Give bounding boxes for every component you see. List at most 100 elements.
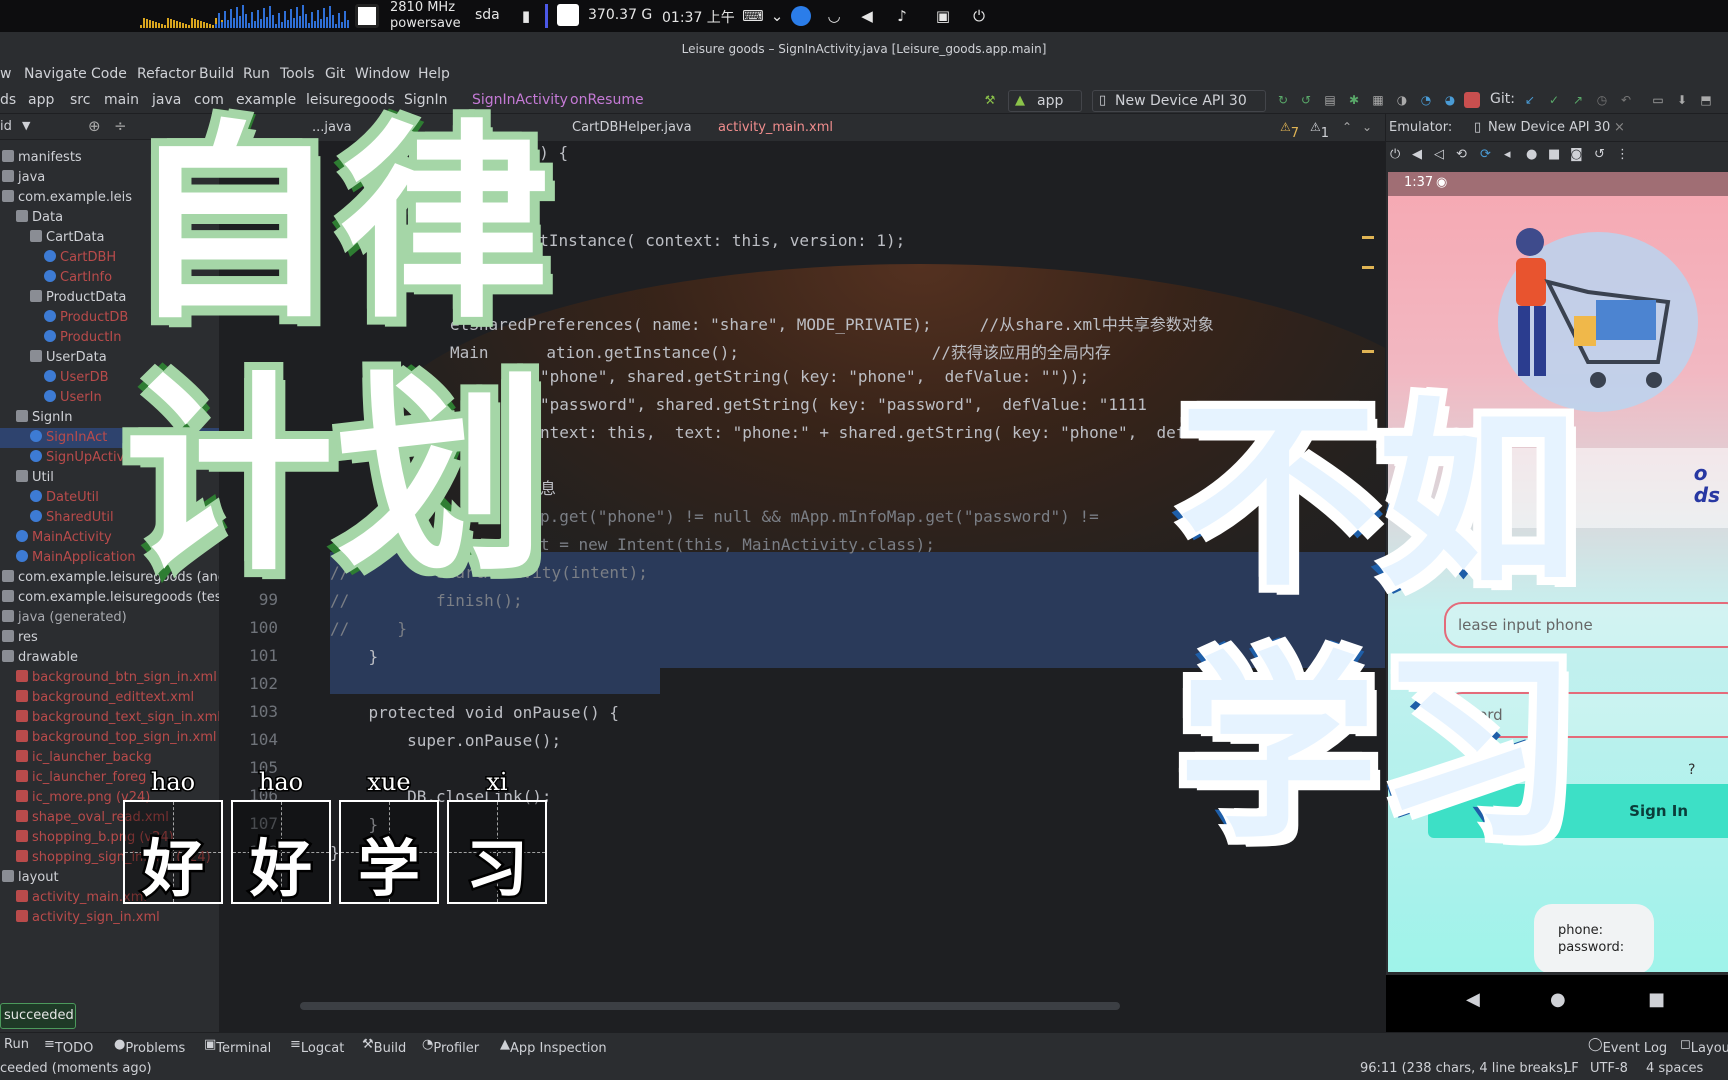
scroll-from-source-icon[interactable]: ⊕ [88, 117, 101, 135]
tree-item[interactable]: java (generated) [0, 608, 219, 628]
device-manager-icon[interactable]: ▭ [1650, 92, 1666, 108]
menu-help[interactable]: Help [418, 66, 450, 82]
menu-refactor[interactable]: Refactor [137, 66, 196, 82]
code-line[interactable]: } [330, 646, 379, 668]
app-indicator-icon[interactable] [355, 4, 379, 28]
tool-app-inspection[interactable]: ▲ App Inspection [500, 1037, 607, 1056]
collapse-all-icon[interactable]: ÷ [114, 117, 127, 135]
tab-cartdbhelper[interactable]: CartDBHelper.java [572, 120, 692, 135]
menu-run[interactable]: Run [243, 66, 270, 82]
file-encoding[interactable]: UTF-8 [1590, 1061, 1628, 1076]
tool-logcat[interactable]: ≡ Logcat [290, 1037, 344, 1056]
android-sdk-icon[interactable]: ⬒ [1698, 92, 1714, 108]
tree-item[interactable]: drawable [0, 648, 219, 668]
tree-item[interactable]: activity_sign_in.xml [0, 908, 219, 928]
tool-run[interactable]: Run [4, 1037, 29, 1052]
code-line[interactable]: etSharedPreferences( name: "share", MODE… [450, 314, 1214, 336]
camera-icon[interactable]: ◙ [1570, 147, 1583, 162]
menu-git[interactable]: Git [325, 66, 345, 82]
menu-code[interactable]: Code [91, 66, 127, 82]
menu-build[interactable]: Build [199, 66, 234, 82]
chevron-down-icon[interactable]: ⌄ [768, 7, 786, 25]
apply-code-icon[interactable]: ↺ [1298, 92, 1314, 108]
git-rollback-icon[interactable]: ↶ [1618, 92, 1634, 108]
tool-layout[interactable]: ◻ Layout [1680, 1037, 1728, 1056]
rotate-left-icon[interactable]: ⟲ [1456, 147, 1467, 162]
tree-item[interactable]: background_text_sign_in.xml [0, 708, 219, 728]
code-line[interactable]: getInstance( context: this, version: 1); [520, 230, 905, 252]
tool-build[interactable]: ⚒ Build [362, 1037, 406, 1056]
forgot-password-link[interactable]: ? [1688, 762, 1695, 778]
tree-item[interactable]: ic_launcher_backg [0, 748, 219, 768]
notification-bell-icon[interactable]: ♪ [893, 7, 911, 25]
code-line[interactable]: t = new Intent(this, MainActivity.class)… [540, 534, 935, 556]
caret-position[interactable]: 96:11 (238 chars, 4 line breaks) [1360, 1061, 1568, 1076]
nav-home-icon[interactable]: ● [1550, 989, 1566, 1010]
close-icon[interactable]: × [1614, 120, 1625, 135]
build-hammer-icon[interactable]: ⚒ [982, 92, 998, 108]
horizontal-scrollbar[interactable] [300, 1002, 1120, 1010]
nav-overview-icon[interactable]: ■ [1648, 989, 1665, 1010]
attach-icon[interactable]: ▦ [1370, 92, 1386, 108]
nav-back-icon[interactable]: ◀ [1466, 989, 1480, 1010]
coverage-icon[interactable]: ▤ [1322, 92, 1338, 108]
line-separator[interactable]: LF [1564, 1061, 1579, 1076]
tree-item[interactable]: res [0, 628, 219, 648]
git-update-icon[interactable]: ↙ [1522, 92, 1538, 108]
volume-icon[interactable]: ◀ [858, 7, 876, 25]
code-line[interactable]: ntext: this, text: "phone:" + shared.get… [540, 422, 1262, 444]
debug-icon[interactable]: ✱ [1346, 92, 1362, 108]
bluetooth-icon[interactable] [791, 6, 811, 26]
layout-inspect-icon[interactable]: ◕ [1442, 92, 1458, 108]
home-icon[interactable]: ● [1526, 147, 1537, 162]
error-stripe-mark[interactable] [1362, 266, 1374, 269]
stop-icon[interactable] [1464, 92, 1480, 108]
project-view-select[interactable]: id [0, 119, 12, 134]
gauge-icon[interactable]: ◔ [1418, 92, 1434, 108]
volume-up-icon[interactable]: ◀ [1412, 147, 1422, 162]
menu-navigate[interactable]: Navigate [24, 66, 87, 82]
breadcrumb-src[interactable]: src [70, 92, 90, 108]
breadcrumb-method[interactable]: onResume [570, 92, 644, 108]
overview-icon[interactable]: ■ [1548, 147, 1560, 162]
code-line[interactable]: // } [330, 618, 407, 640]
code-line[interactable]: super.onPause(); [330, 730, 561, 752]
breadcrumb-project[interactable]: ds [0, 92, 16, 108]
power-icon[interactable]: ⏻ [970, 7, 988, 25]
profile-icon[interactable]: ◑ [1394, 92, 1410, 108]
tool-todo[interactable]: ≡ TODO [44, 1037, 93, 1056]
error-stripe-mark[interactable] [1362, 350, 1374, 353]
tool-terminal[interactable]: ▣ Terminal [204, 1037, 271, 1056]
indent-setting[interactable]: 4 spaces [1646, 1061, 1703, 1076]
back-icon[interactable]: ◂ [1504, 147, 1511, 162]
keyboard-icon[interactable]: ⌨ [742, 7, 764, 25]
menu-view[interactable]: w [0, 66, 11, 82]
git-push-icon[interactable]: ↗ [1570, 92, 1586, 108]
breadcrumb-app[interactable]: app [28, 92, 54, 108]
more-icon[interactable]: ⋮ [1616, 147, 1629, 162]
chevron-down-icon[interactable]: ▼ [22, 119, 30, 132]
tool-profiler[interactable]: ◔ Profiler [422, 1037, 479, 1056]
tool-event-log[interactable]: ◯ Event Log [1588, 1037, 1667, 1056]
error-stripe-mark[interactable] [1362, 236, 1374, 239]
tree-item[interactable]: background_top_sign_in.xml [0, 728, 219, 748]
sdk-manager-icon[interactable]: ⬇ [1674, 92, 1690, 108]
clock[interactable]: 01:37 上午 [662, 7, 735, 27]
snapshot-icon[interactable]: ↺ [1594, 147, 1605, 162]
git-commit-icon[interactable]: ✓ [1546, 92, 1562, 108]
lock-icon[interactable]: ▣ [934, 7, 952, 25]
wifi-icon[interactable]: ◡ [825, 7, 843, 25]
code-line[interactable]: "phone", shared.getString( key: "phone",… [540, 366, 1089, 388]
tree-item[interactable]: background_edittext.xml [0, 688, 219, 708]
code-line[interactable]: protected void onPause() { [330, 702, 619, 724]
build-succeeded-popup[interactable]: succeeded [0, 1003, 76, 1029]
volume-down-icon[interactable]: ◁ [1434, 147, 1444, 162]
apply-changes-icon[interactable]: ↻ [1275, 92, 1291, 108]
run-config-select[interactable]: ▲ app [1008, 90, 1082, 112]
device-select[interactable]: ▯ New Device API 30 [1092, 90, 1266, 112]
git-history-icon[interactable]: ◷ [1594, 92, 1610, 108]
tab-activity-main-xml[interactable]: activity_main.xml [718, 120, 833, 135]
menu-tools[interactable]: Tools [280, 66, 315, 82]
prev-highlight-icon[interactable]: ⌃ [1342, 120, 1352, 134]
emulator-device-tab[interactable]: New Device API 30 [1488, 120, 1610, 135]
